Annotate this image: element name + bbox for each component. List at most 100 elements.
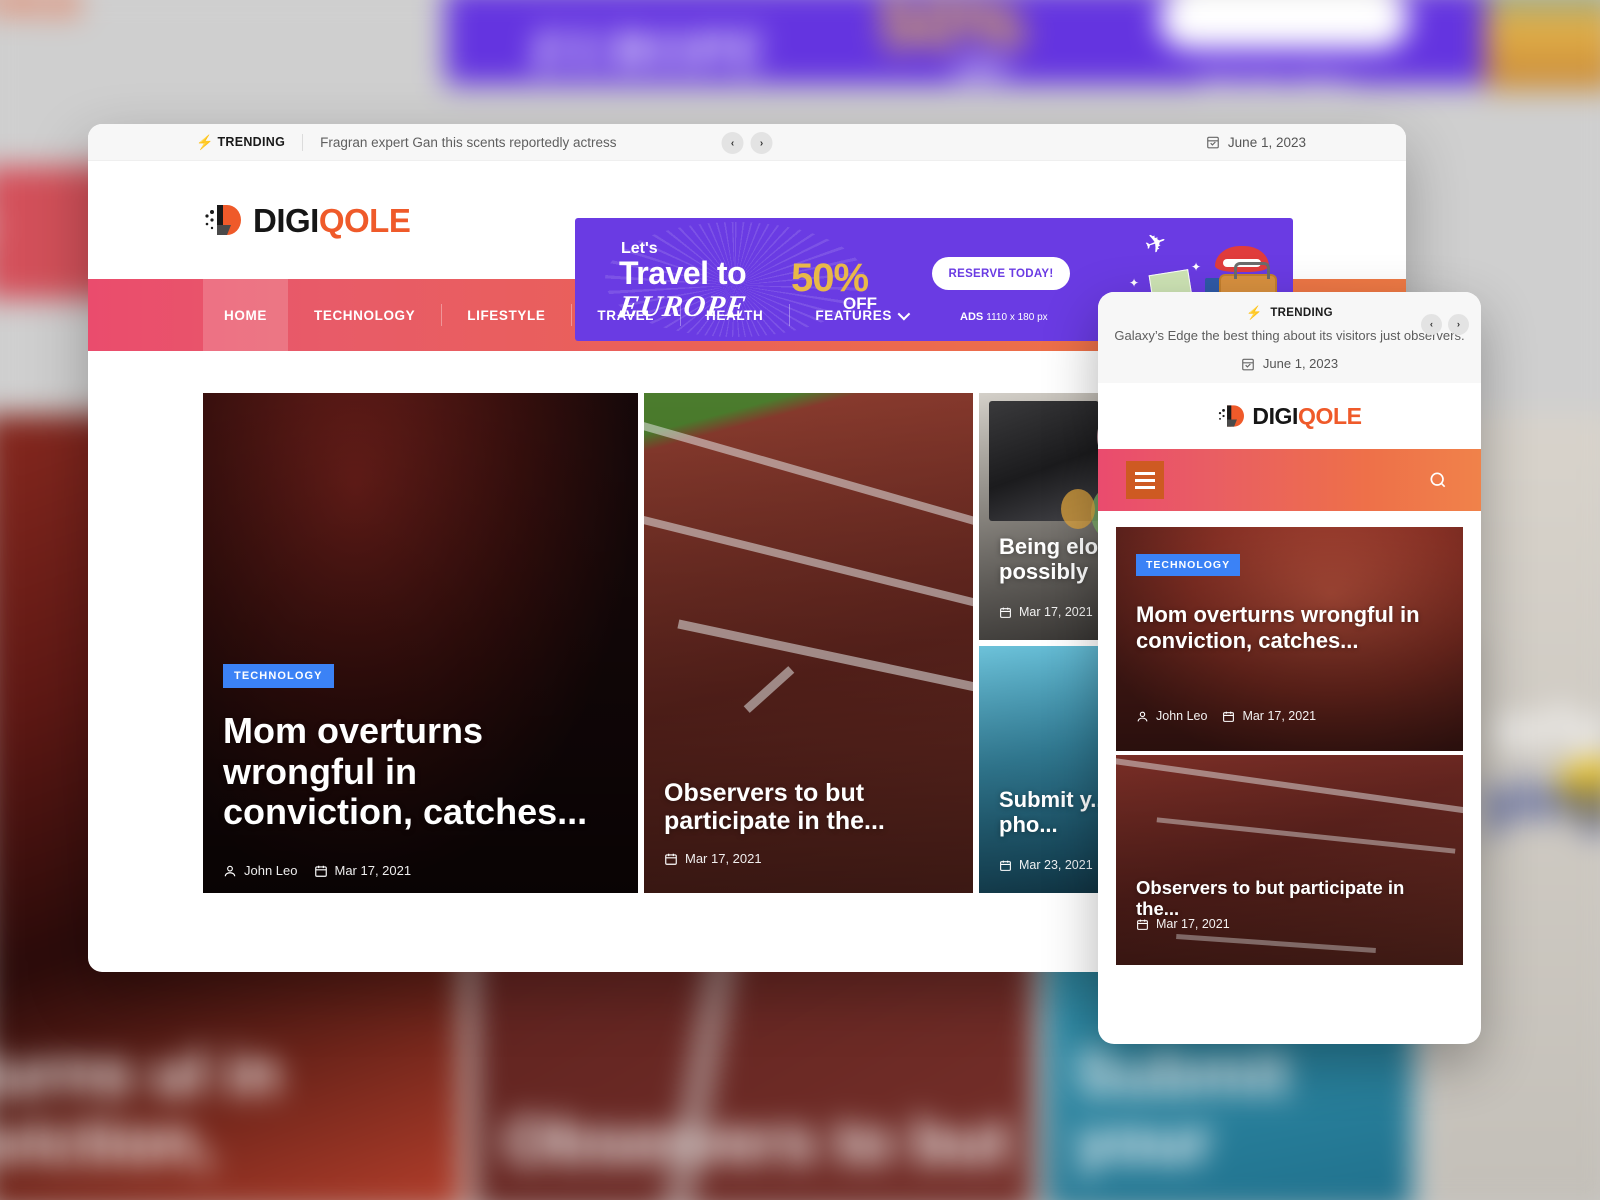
card-title[interactable]: Mom overturns wrongful in conviction, ca… xyxy=(223,710,613,833)
mobile-date-text: June 1, 2023 xyxy=(1262,356,1339,371)
card-date-text: Mar 17, 2021 xyxy=(1019,605,1093,619)
calendar-icon xyxy=(665,853,677,865)
mobile-logo-text[interactable]: DIGIQOLE xyxy=(1252,402,1362,430)
background-banner-ads-label: ADS 1110 x 180 px xyxy=(1199,69,1352,89)
card-date: Mar 17, 2021 xyxy=(664,851,762,866)
mobile-search-button[interactable] xyxy=(1395,470,1481,490)
mobile-card-title[interactable]: Observers to but participate in the... xyxy=(1136,877,1446,920)
balloon-decoration xyxy=(1061,489,1095,529)
background-logo-fragment: QOLE xyxy=(0,0,83,25)
user-icon xyxy=(1137,711,1148,721)
mobile-topbar: ⚡ TRENDING ‹ › Galaxy’s Edge the best th… xyxy=(1098,292,1481,383)
sparkle-icon: ✦ xyxy=(1129,276,1140,290)
featured-card-primary[interactable]: TECHNOLOGY Mom overturns wrongful in con… xyxy=(203,393,638,893)
mobile-logo-bar: DIGIQOLE xyxy=(1098,383,1481,449)
prev-arrow-button[interactable]: ‹ xyxy=(721,132,744,154)
mobile-trending-nav-arrows: ‹ › xyxy=(1421,314,1469,335)
ad-travel-text: Travel to xyxy=(619,255,747,291)
track-line-decoration xyxy=(644,413,973,537)
topbar-date: June 1, 2023 xyxy=(1206,135,1306,150)
nav-item-technology[interactable]: TECHNOLOGY xyxy=(288,308,441,323)
nav-item-health[interactable]: HEALTH xyxy=(680,308,789,323)
card-meta: John Leo Mar 17, 2021 xyxy=(223,863,411,878)
mobile-card-date: Mar 17, 2021 xyxy=(1222,709,1316,723)
calendar-icon xyxy=(1137,919,1148,930)
nav-item-features[interactable]: FEATURES xyxy=(789,307,933,323)
card-meta: Mar 17, 2021 xyxy=(999,605,1093,619)
track-marker-decoration xyxy=(743,666,795,713)
nav-item-lifestyle[interactable]: LIFESTYLE xyxy=(441,308,571,323)
mobile-topbar-date: June 1, 2023 xyxy=(1098,356,1481,371)
mobile-card-title[interactable]: Mom overturns wrongful in conviction, ca… xyxy=(1136,602,1426,653)
logo-mark-icon xyxy=(203,203,245,237)
trending-headline[interactable]: Fragran expert Gan this scents reportedl… xyxy=(320,135,616,150)
logo-text: DIGIQOLE xyxy=(253,201,411,239)
nav-item-label: HEALTH xyxy=(706,307,764,323)
search-icon xyxy=(1430,472,1446,488)
logo-d-icon xyxy=(205,205,241,235)
nav-home-inner: HOME xyxy=(198,308,293,323)
chevron-down-icon xyxy=(897,307,911,320)
nav-item-travel[interactable]: TRAVEL xyxy=(571,308,680,323)
card-author-name: John Leo xyxy=(244,863,298,878)
mobile-next-arrow-button[interactable]: › xyxy=(1448,314,1469,335)
mobile-trending-label: TRENDING xyxy=(1270,306,1333,319)
hamburger-menu-button[interactable] xyxy=(1126,461,1164,499)
logo-text-part1: DIGI xyxy=(253,201,319,239)
mobile-card-2[interactable]: Observers to but participate in the... M… xyxy=(1116,755,1463,965)
card-title[interactable]: Observers to but participate in the... xyxy=(664,779,934,836)
lightning-bolt-icon: ⚡ xyxy=(196,134,214,150)
track-line-decoration xyxy=(1116,757,1463,819)
hamburger-icon-line xyxy=(1135,471,1155,475)
reserve-today-button[interactable]: RESERVE TODAY! xyxy=(932,257,1070,290)
mobile-navigation-bar xyxy=(1098,449,1481,511)
next-arrow-button[interactable]: › xyxy=(750,132,773,154)
background-banner-button xyxy=(1159,0,1409,50)
featured-card-secondary[interactable]: Observers to but participate in the... M… xyxy=(644,393,973,893)
calendar-icon xyxy=(1207,136,1219,149)
mobile-prev-arrow-button[interactable]: ‹ xyxy=(1421,314,1442,335)
track-line-decoration xyxy=(1176,934,1376,953)
mobile-card-date-text: Mar 17, 2021 xyxy=(1242,709,1317,723)
ad-size-label: ADS 1110 x 180 px xyxy=(960,311,1048,323)
mobile-card-meta: Mar 17, 2021 xyxy=(1136,917,1230,931)
nav-item-label: HOME xyxy=(224,307,267,323)
mobile-card-author: John Leo xyxy=(1136,709,1207,723)
topbar-date-text: June 1, 2023 xyxy=(1227,134,1306,150)
site-logo[interactable]: DIGIQOLE xyxy=(203,201,411,239)
calendar-icon xyxy=(1242,358,1254,370)
hamburger-icon-line xyxy=(1135,478,1155,482)
mobile-logo-part2: QOLE xyxy=(1298,402,1362,429)
mobile-card-1[interactable]: TECHNOLOGY Mom overturns wrongful in con… xyxy=(1116,527,1463,751)
nav-item-label: TECHNOLOGY xyxy=(314,307,416,323)
card-meta: Mar 23, 2021 xyxy=(999,858,1093,872)
background-banner-europe: EUROPE xyxy=(531,19,768,81)
mobile-logo-mark-icon xyxy=(1217,404,1247,428)
card-date: Mar 23, 2021 xyxy=(999,858,1093,872)
background-right-word: erly xyxy=(1493,692,1600,764)
background-ad-banner: EUROPE 50% OFF ADS 1110 x 180 px xyxy=(445,0,1600,91)
nav-item-label: LIFESTYLE xyxy=(467,307,546,323)
desktop-topbar: ⚡ TRENDING Fragran expert Gan this scent… xyxy=(88,124,1406,161)
card-date-text: Mar 23, 2021 xyxy=(1019,858,1093,872)
logo-text-part2: QOLE xyxy=(318,201,411,239)
background-banner-off: OFF xyxy=(955,54,1009,85)
desktop-header: DIGIQOLE Let's Travel to EUROPE 50% OFF … xyxy=(88,161,1406,341)
mobile-preview-window: ⚡ TRENDING ‹ › Galaxy’s Edge the best th… xyxy=(1098,292,1481,1044)
category-badge[interactable]: TECHNOLOGY xyxy=(223,664,334,688)
background-right-word-2: ying xyxy=(1483,764,1600,835)
card-meta: Mar 17, 2021 xyxy=(664,851,762,866)
user-icon xyxy=(224,865,236,876)
mobile-category-badge[interactable]: TECHNOLOGY xyxy=(1136,554,1241,576)
ad-size-prefix: ADS xyxy=(960,311,984,323)
trending-nav-arrows: ‹ › xyxy=(721,132,773,154)
background-card-title: Submit your xyxy=(1074,1038,1290,1178)
calendar-icon xyxy=(1223,711,1235,722)
card-date-text: Mar 17, 2021 xyxy=(334,863,412,878)
card-author: John Leo xyxy=(223,863,298,878)
background-card-title: verturns ul in conviction, xyxy=(0,1038,281,1178)
trending-label: TRENDING xyxy=(217,135,286,149)
ad-size-dims: 1110 x 180 px xyxy=(986,312,1048,323)
mobile-logo-part1: DIGI xyxy=(1252,402,1299,429)
nav-item-home[interactable]: HOME xyxy=(203,279,288,351)
